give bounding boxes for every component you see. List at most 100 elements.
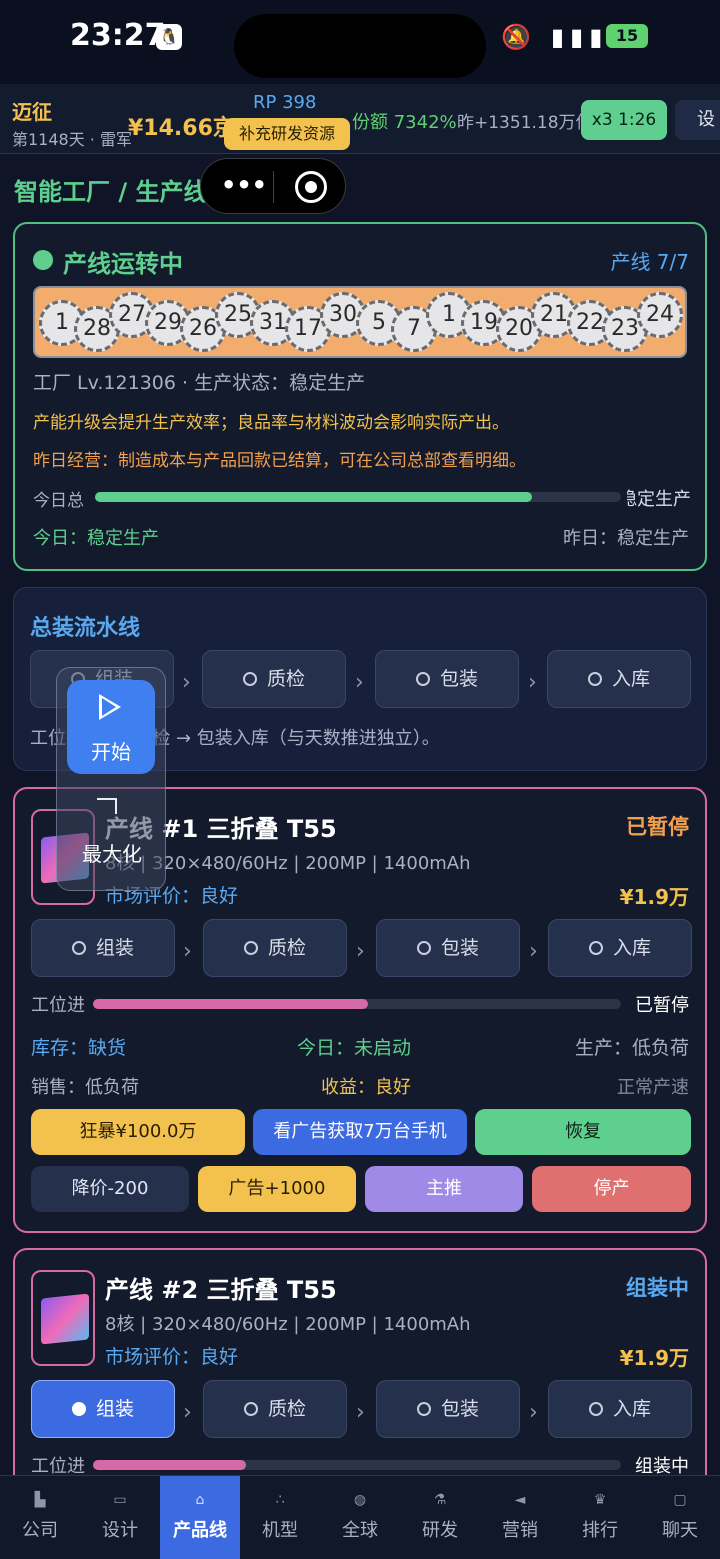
page-title: 智能工厂 / 生产线 [14,178,208,206]
step-warehouse[interactable]: 入库 [548,1380,692,1438]
radio-icon [416,1402,431,1416]
chevron-right-icon: › [182,670,191,695]
radio-icon [415,672,430,686]
station-progress-label: 工位进 [31,995,85,1016]
nav-ranking[interactable]: ♛ 排行 [560,1476,640,1559]
nav-product-line[interactable]: ⌂ 产品线 [160,1476,240,1559]
line-count: 产线 7/7 [610,250,689,274]
factory-note: 产能升级会提升生产效率；良品率与材料波动会影响实际产出。 [33,413,509,433]
nav-research[interactable]: ⚗ 研发 [400,1476,480,1559]
step-assemble[interactable]: 组装 [31,919,175,977]
price-cut-button[interactable]: 降价-200 [31,1166,189,1212]
resume-button[interactable]: 恢复 [475,1109,691,1155]
nav-chat[interactable]: ▢ 聊天 [640,1476,720,1559]
today-status: 今日：未启动 [297,1037,412,1059]
line-status: 组装中 [626,1276,689,1300]
station-progress-bar [93,1460,621,1470]
yesterday-status: 昨日：稳定生产 [563,528,689,549]
step-inspect[interactable]: 质检 [203,919,347,977]
step-warehouse[interactable]: 入库 [548,919,692,977]
radio-icon [588,1402,603,1416]
promote-button[interactable]: 主推 [365,1166,523,1212]
capsule-divider [273,171,274,203]
megaphone-icon: ◄ [514,1492,526,1508]
clock: 23:27 [70,18,166,53]
nav-models[interactable]: ∴ 机型 [240,1476,320,1559]
total-progress-bar [95,492,621,502]
dynamic-island [234,14,486,78]
step-inspect[interactable]: 质检 [202,650,346,708]
settings-button[interactable]: 设 [675,100,720,140]
radio-checked-icon [71,1402,86,1416]
rampage-button[interactable]: 狂暴¥100.0万 [31,1109,245,1155]
factory-status-card: 产线运转中 产线 7/7 1 28 27 29 26 25 31 17 30 5 7 1 19 20 21 2… [13,222,707,571]
production-status: 生产：低负荷 [574,1037,689,1059]
qq-notification-icon: 🐧 [156,24,182,50]
factory-level: 工厂 Lv.121306 · 生产状态：稳定生产 [33,372,366,394]
step-package[interactable]: 包装 [375,650,519,708]
sales-status: 销售：低负荷 [31,1077,139,1098]
radio-icon [71,941,86,955]
maximize-label[interactable]: 最大化 [57,838,167,867]
factory-icon: ⌂ [195,1492,205,1508]
stock-status: 库存：缺货 [31,1037,127,1059]
gear-token: 24 [637,292,683,338]
refill-research-button[interactable]: 补充研发资源 [224,118,350,150]
chevron-right-icon: › [183,1400,192,1425]
radio-icon [416,941,431,955]
game-speed-button[interactable]: x3 1:26 [581,100,667,140]
income-status: 收益：良好 [321,1077,411,1098]
start-button[interactable]: 开始 [67,680,155,774]
start-label: 开始 [91,740,131,764]
rp-value: RP 398 [253,92,317,113]
radio-icon [587,672,602,686]
nav-design[interactable]: ▭ 设计 [80,1476,160,1559]
more-icon[interactable]: ••• [221,171,267,199]
advertise-button[interactable]: 广告+1000 [198,1166,356,1212]
step-warehouse[interactable]: 入库 [547,650,691,708]
yesterday-income: 昨+1351.18万亿 [457,113,593,133]
company-name: 迈征 [12,100,52,124]
market-share: 份额 7342% [352,112,457,133]
radio-icon [588,941,603,955]
day-and-ceo: 第1148天 · 雷军 [12,130,132,149]
nav-global[interactable]: ◍ 全球 [320,1476,400,1559]
nav-company[interactable]: ▙ 公司 [0,1476,80,1559]
settlement-note: 昨日经营：制造成本与产品回款已结算，可在公司总部查看明细。 [33,451,526,471]
nav-marketing[interactable]: ◄ 营销 [480,1476,560,1559]
step-assemble[interactable]: 组装 [31,1380,175,1438]
conveyor-animation: 1 28 27 29 26 25 31 17 30 5 7 1 19 20 21 22 23 24 [33,286,687,358]
chevron-right-icon: › [183,939,192,964]
battery-icon: 15 [606,24,648,48]
chat-icon: ▢ [673,1492,687,1508]
monitor-icon: ▭ [113,1492,127,1508]
play-icon [99,694,121,720]
watch-ad-phones-button[interactable]: 看广告获取7万台手机 [253,1109,467,1155]
chevron-right-icon: › [356,939,365,964]
chevron-right-icon: › [529,1400,538,1425]
chevron-right-icon: › [528,670,537,695]
step-package[interactable]: 包装 [376,1380,520,1438]
chevron-right-icon: › [356,1400,365,1425]
line-name: 产线 #2 三折叠 T55 [105,1276,337,1304]
stop-production-button[interactable]: 停产 [532,1166,691,1212]
flask-icon: ⚗ [433,1492,447,1508]
bottom-navigation: ▙ 公司 ▭ 设计 ⌂ 产品线 ∴ 机型 ◍ 全球 ⚗ 研发 ◄ 营销 ♛ 排行 ▢ 聊天 [0,1475,720,1559]
cash-value: ¥14.66京 [128,116,235,141]
foldable-phone-icon [41,1293,89,1345]
chevron-right-icon: › [355,670,364,695]
building-icon: ▙ [34,1492,46,1508]
maximize-icon[interactable] [97,798,117,814]
step-package[interactable]: 包装 [376,919,520,977]
floating-window-controls: 开始 最大化 [56,667,166,891]
close-miniprogram-icon[interactable] [295,171,327,203]
today-status: 今日：稳定生产 [33,528,159,549]
phone-price: ¥1.9万 [619,1346,689,1370]
step-inspect[interactable]: 质检 [203,1380,347,1438]
trophy-icon: ♛ [593,1492,607,1508]
station-progress-fill [93,1460,247,1470]
speed-status: 正常产速 [617,1077,689,1098]
progress-label: 今日总 [33,491,84,511]
radio-icon [243,1402,258,1416]
phone-price: ¥1.9万 [619,885,689,909]
